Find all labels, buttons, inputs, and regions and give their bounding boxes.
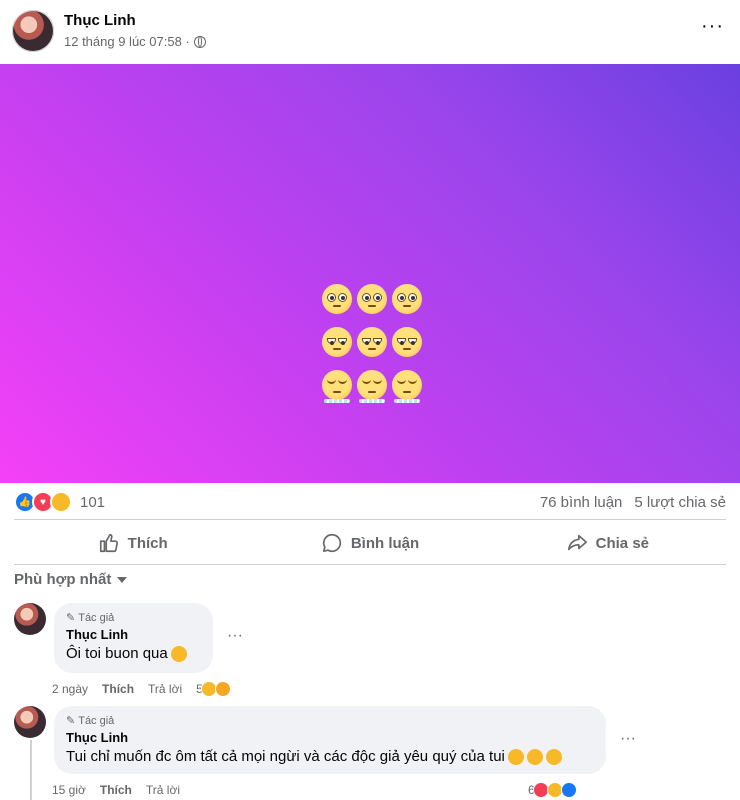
like-reaction-icon [560, 782, 577, 798]
comment-reply-button[interactable]: Trả lời [146, 783, 180, 797]
flushed-face-icon [357, 284, 387, 314]
comment-button[interactable]: Bình luận [251, 523, 488, 563]
comment-options-button[interactable]: ··· [620, 730, 636, 748]
reaction-icons[interactable]: 👍 ♥ [14, 491, 72, 513]
sort-label: Phù hợp nhất [14, 571, 112, 588]
commenter-name[interactable]: Thục Linh [66, 627, 201, 642]
comment-label: Bình luận [350, 534, 420, 552]
crying-emoji-icon [526, 749, 543, 766]
comment-bubble: ✎ Tác giả Thục Linh Tui chỉ muốn đc ôm t… [54, 706, 606, 774]
pencil-icon: ✎ [66, 612, 76, 624]
like-label: Thích [127, 534, 168, 552]
comment-text: Tui chỉ muốn đc ôm tất cả mọi ngừi và cá… [66, 748, 594, 766]
divider [14, 564, 726, 565]
comment-meta: 2 ngày Thích Trả lời 5 [52, 681, 231, 697]
comment-reactions[interactable]: 6 [528, 782, 577, 798]
comment-reply-button[interactable]: Trả lời [148, 682, 182, 696]
comment-count[interactable]: 76 bình luận [540, 494, 623, 511]
sad-emoji-icon [170, 646, 187, 663]
reply-thread-line [30, 740, 32, 800]
crying-face-icon [357, 370, 387, 403]
comment-meta: 15 giờ Thích Trả lời 6 [52, 782, 602, 798]
post-meta: 12 tháng 9 lúc 07:58 · [64, 34, 206, 49]
commenter-name[interactable]: Thục Linh [66, 730, 594, 745]
author-badge: ✎ Tác giả [66, 611, 201, 625]
comment-bubble: ✎ Tác giả Thục Linh Ôi toi buon qua [54, 603, 213, 673]
post-header: Thục Linh 12 tháng 9 lúc 07:58 · ··· [0, 0, 740, 64]
tired-face-icon [322, 327, 352, 357]
emoji-grid [322, 284, 426, 404]
thumbs-up-icon [99, 533, 118, 553]
author-badge-label: Tác giả [78, 611, 115, 624]
comment-options-button[interactable]: ··· [227, 627, 243, 645]
post-stats: 76 bình luận 5 lượt chia sẻ [540, 494, 726, 511]
comment-like-button[interactable]: Thích [100, 783, 132, 797]
crying-emoji-icon [507, 749, 524, 766]
tired-face-icon [357, 327, 387, 357]
crying-face-icon [392, 370, 422, 403]
commenter-avatar[interactable] [14, 603, 46, 635]
share-count[interactable]: 5 lượt chia sẻ [634, 494, 726, 511]
share-button[interactable]: Chia sẻ [489, 523, 726, 563]
crying-emoji-icon [545, 749, 562, 766]
divider [14, 519, 726, 520]
flushed-face-icon [322, 284, 352, 314]
author-avatar[interactable] [12, 10, 54, 52]
crying-face-icon [322, 370, 352, 403]
comment-reactions[interactable]: 5 [196, 681, 231, 697]
more-options-button[interactable]: ··· [701, 16, 724, 36]
sort-comments-dropdown[interactable]: Phù hợp nhất [14, 571, 128, 588]
care-reaction-icon [214, 681, 231, 697]
author-badge-label: Tác giả [78, 714, 115, 727]
flushed-face-icon [392, 284, 422, 314]
share-label: Chia sẻ [595, 534, 649, 552]
comment-time[interactable]: 2 ngày [52, 682, 88, 696]
share-icon [567, 534, 587, 551]
post-background-image[interactable] [0, 64, 740, 483]
author-badge: ✎ Tác giả [66, 714, 594, 728]
comment-icon [322, 533, 341, 553]
post-timestamp[interactable]: 12 tháng 9 lúc 07:58 · [64, 34, 190, 49]
globe-icon [193, 35, 206, 48]
comment-text: Ôi toi buon qua [66, 645, 201, 663]
comment-text-body: Tui chỉ muốn đc ôm tất cả mọi ngừi và cá… [66, 748, 505, 765]
comment-like-button[interactable]: Thích [102, 682, 134, 696]
tired-face-icon [392, 327, 422, 357]
commenter-avatar[interactable] [14, 706, 46, 738]
like-button[interactable]: Thích [14, 523, 251, 563]
caret-down-icon [117, 576, 128, 583]
comment-time[interactable]: 15 giờ [52, 783, 86, 797]
reaction-count[interactable]: 101 [80, 494, 105, 511]
author-name[interactable]: Thục Linh [64, 12, 136, 29]
care-reaction-icon [50, 491, 72, 513]
reactions-summary: 👍 ♥ 101 76 bình luận 5 lượt chia sẻ [14, 490, 726, 514]
comment-text-body: Ôi toi buon qua [66, 645, 168, 662]
pencil-icon: ✎ [66, 715, 76, 727]
post-action-bar: Thích Bình luận Chia sẻ [14, 523, 726, 563]
